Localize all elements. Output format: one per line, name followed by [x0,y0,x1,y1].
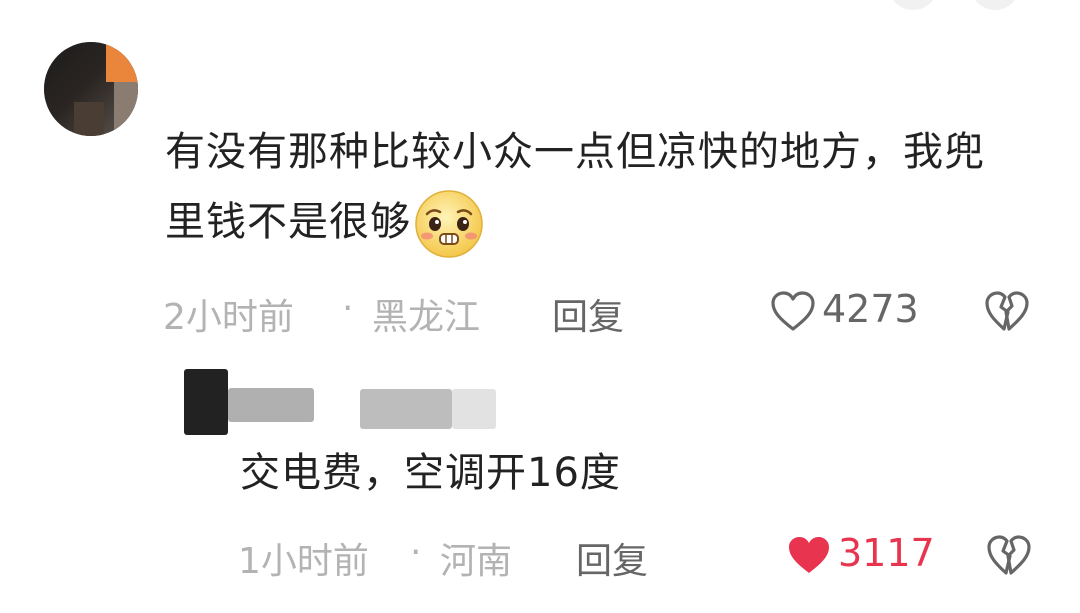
comment-location: 黑龙江 [372,297,481,338]
reply-text: 交电费，空调开16度 [240,450,621,496]
reply-like-count: 3117 [838,531,935,575]
reply-target-username-blurred [452,389,496,429]
user-avatar[interactable] [44,42,138,136]
reply-button[interactable]: 回复 [552,288,624,340]
reply-username-blurred [228,388,314,422]
heart-filled-icon [786,534,832,576]
reply-location: 河南 [440,541,513,582]
comment-text: 有没有那种比较小众一点但凉快的地方，我兜里钱不是很够 [165,117,1025,260]
meta-separator: · [342,288,354,329]
reply-target-username-blurred [360,389,452,429]
reply-dislike-button[interactable] [986,534,1032,576]
like-count: 4273 [822,287,919,331]
reply-reply-button[interactable]: 回复 [576,532,648,584]
comment-time: 2小时前 [163,297,294,338]
dislike-button[interactable] [984,290,1030,332]
broken-heart-icon [984,290,1030,332]
meta-separator: · [410,532,422,573]
reply-user-avatar[interactable] [184,369,228,435]
heart-outline-icon [770,290,816,332]
broken-heart-icon [986,534,1032,576]
top-button-partial[interactable] [970,0,1020,10]
worried-face-emoji-icon [413,188,485,260]
top-button-partial[interactable] [888,0,938,10]
reply-like-button[interactable] [786,534,832,576]
like-button[interactable] [770,290,816,332]
reply-time: 1小时前 [238,541,369,582]
